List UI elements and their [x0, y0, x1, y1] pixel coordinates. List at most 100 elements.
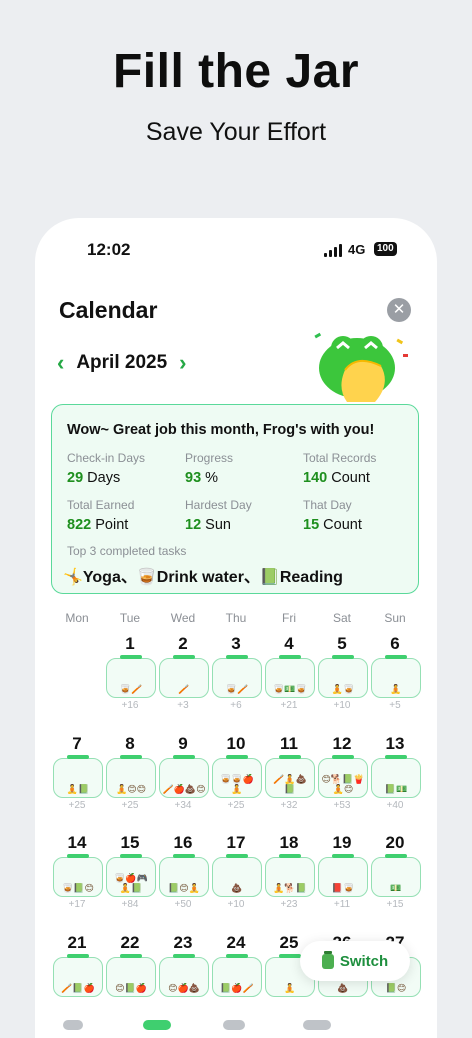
- stat-value: 15: [303, 517, 320, 533]
- calendar-day[interactable]: 19 📕🥃 +11: [316, 833, 368, 929]
- calendar-day[interactable]: 5 🧘🥃 +10: [316, 634, 368, 730]
- calendar-day[interactable]: 3 🥃🪥 +6: [210, 634, 262, 730]
- calendar-day[interactable]: 16 📗😊🧘 +50: [157, 833, 209, 929]
- calendar-day[interactable]: 12 😊🐕📗🍟🧘😊 +53: [316, 734, 368, 830]
- day-points: +50: [174, 899, 192, 910]
- day-points: +21: [280, 700, 298, 711]
- jar-contents: 📗🍎🪥: [220, 982, 254, 993]
- day-number: 2: [178, 634, 188, 653]
- next-month-button[interactable]: ›: [179, 352, 186, 374]
- jar-contents: 🪥🍎💩😊: [162, 783, 206, 794]
- day-number: 9: [178, 733, 188, 753]
- signal-icon: [324, 244, 342, 257]
- weekday-label: Thu: [225, 611, 247, 625]
- stat-unit: Sun: [205, 517, 231, 533]
- calendar-day[interactable]: 23 😊🍎💩: [157, 933, 209, 1029]
- jar-contents: 💩: [231, 883, 243, 893]
- promo-subtitle: Save Your Effort: [145, 118, 327, 146]
- calendar-day[interactable]: 9 🪥🍎💩😊 +34: [157, 734, 209, 830]
- status-bar: 12:02 4G 100: [35, 240, 437, 264]
- jar-contents: 🪥: [178, 684, 190, 694]
- jar-contents: 🪥🧘💩📗: [273, 773, 307, 794]
- calendar-day[interactable]: 22 😊📗🍎: [104, 933, 156, 1029]
- day-number: 14: [67, 833, 87, 852]
- prev-month-button[interactable]: ‹: [57, 352, 64, 374]
- jar-icon: 📗😊🧘: [159, 854, 209, 897]
- stat-label: Total Earned: [67, 498, 135, 512]
- jar-icon: 😊🍎💩: [159, 953, 209, 997]
- calendar-day[interactable]: 14 🥃📗😊 +17: [51, 833, 103, 929]
- calendar-day[interactable]: 11 🪥🧘💩📗 +32: [263, 734, 315, 830]
- weekday-label: Mon: [65, 611, 89, 625]
- month-label: April 2025: [76, 352, 168, 373]
- jar-contents: 🥃💵🥃: [273, 684, 307, 694]
- tab-stats[interactable]: [223, 1020, 245, 1030]
- tab-calendar[interactable]: [63, 1020, 83, 1030]
- day-number: 22: [120, 932, 140, 952]
- jar-contents: 🪥📗🍎: [61, 982, 95, 993]
- stat-value: 93: [185, 470, 202, 486]
- jar-icon: 📗🍎🪥: [212, 953, 262, 997]
- close-button[interactable]: ✕: [387, 298, 411, 322]
- stat-total-earned: Total Earned 822 Point: [67, 498, 185, 533]
- calendar-day[interactable]: 1 🥃🪥 +16: [104, 634, 156, 730]
- jar-icon: 🥃🪥: [212, 655, 262, 698]
- day-number: 21: [67, 932, 87, 952]
- day-number: 20: [385, 833, 405, 852]
- jar-contents: 📗💵: [384, 783, 408, 794]
- page-title: Calendar: [59, 297, 158, 323]
- jar-icon: 🧘🥃: [318, 655, 368, 698]
- battery-icon: 100: [374, 242, 397, 256]
- jar-contents: 🥃🪥: [119, 684, 143, 694]
- promo-title: Fill the Jar: [112, 45, 360, 98]
- jar-icon: 🪥🧘💩📗: [265, 754, 315, 798]
- tab-home[interactable]: [143, 1020, 171, 1030]
- stat-label: Hardest Day: [185, 498, 252, 512]
- weekday-label: Fri: [282, 611, 296, 625]
- jar-icon: 🥃📗😊: [53, 854, 103, 897]
- stat-unit: Point: [95, 517, 129, 533]
- calendar-day[interactable]: 4 🥃💵🥃 +21: [263, 634, 315, 730]
- day-number: 8: [125, 733, 135, 753]
- jar-icon: 🥃🍎🎮🧘📗: [106, 854, 156, 897]
- jar-icon: 🥃🥃🍎🧘: [212, 754, 262, 798]
- switch-button[interactable]: Switch: [300, 941, 410, 981]
- calendar-day[interactable]: 20 💵 +15: [369, 833, 421, 929]
- day-points: +10: [227, 899, 245, 910]
- weekday-label: Wed: [170, 611, 196, 625]
- jar-icon: 🪥: [159, 655, 209, 698]
- tab-profile[interactable]: [303, 1020, 331, 1030]
- calendar-day[interactable]: 18 🧘🐕📗 +23: [263, 833, 315, 929]
- day-points: +40: [386, 799, 404, 811]
- day-points: +10: [333, 700, 351, 711]
- day-points: +25: [121, 799, 139, 811]
- day-points: +23: [280, 899, 298, 910]
- day-points: +3: [177, 700, 189, 711]
- calendar-day[interactable]: 2 🪥 +3: [157, 634, 209, 730]
- weekday-label: Sat: [332, 611, 351, 625]
- day-points: +15: [386, 899, 404, 910]
- jar-icon: 🪥📗🍎: [53, 953, 103, 997]
- calendar-day[interactable]: 10 🥃🥃🍎🧘 +25: [210, 734, 262, 830]
- day-number: 10: [226, 733, 246, 753]
- day-points: +5: [389, 700, 401, 711]
- day-number: 11: [280, 733, 298, 753]
- jar-icon: 💩: [212, 854, 262, 897]
- day-points: +25: [68, 799, 86, 811]
- calendar-day[interactable]: 7 🧘📗 +25: [51, 734, 103, 830]
- jar-contents: 🧘😊😊: [116, 783, 146, 794]
- stat-value: 29: [67, 470, 84, 486]
- calendar-day[interactable]: 8 🧘😊😊 +25: [104, 734, 156, 830]
- day-number: 16: [173, 833, 193, 852]
- calendar-day[interactable]: 17 💩 +10: [210, 833, 262, 929]
- calendar-day[interactable]: 21 🪥📗🍎: [51, 933, 103, 1029]
- calendar-day[interactable]: 6 🧘 +5: [369, 634, 421, 730]
- jar-icon: 🧘📗: [53, 754, 103, 798]
- day-number: 6: [390, 634, 400, 653]
- calendar-day[interactable]: 15 🥃🍎🎮🧘📗 +84: [104, 833, 156, 929]
- calendar-day[interactable]: 24 📗🍎🪥: [210, 933, 262, 1029]
- phone-screen: 12:02 4G 100 Calendar ✕ ‹ April 2025 › W…: [35, 218, 437, 1038]
- calendar-day[interactable]: 13 📗💵 +40: [369, 734, 421, 830]
- day-points: +84: [121, 899, 139, 910]
- stat-total-records: Total Records 140 Count: [303, 451, 421, 486]
